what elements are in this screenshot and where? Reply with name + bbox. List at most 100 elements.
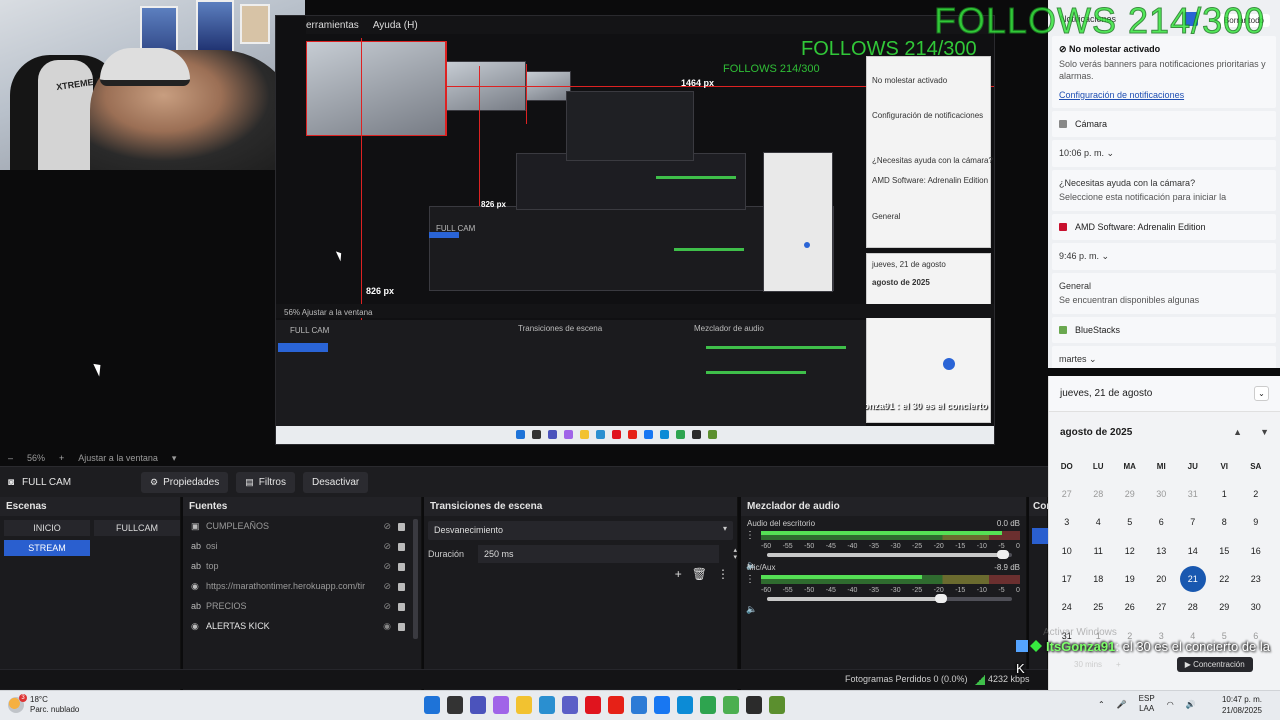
calendar-day[interactable]: 12 bbox=[1114, 537, 1146, 565]
start-stream-button[interactable] bbox=[1032, 528, 1048, 544]
calendar-day[interactable]: 19 bbox=[1114, 565, 1146, 593]
notification-card[interactable]: 10:06 p. m. ⌄ bbox=[1052, 140, 1276, 167]
facebook-icon[interactable] bbox=[654, 696, 670, 714]
calendar-day[interactable]: 7 bbox=[1177, 508, 1209, 536]
scene-item[interactable]: FULLCAM bbox=[94, 520, 180, 536]
task-view-icon[interactable] bbox=[447, 696, 463, 714]
microphone-icon[interactable]: 🎤 bbox=[1117, 700, 1127, 709]
filters-button[interactable]: ▤ Filtros bbox=[236, 471, 295, 493]
volume-slider[interactable] bbox=[767, 594, 1012, 603]
fit-to-window-select[interactable]: Ajustar a la ventana bbox=[78, 453, 158, 463]
calculator-icon[interactable] bbox=[631, 696, 647, 714]
source-item[interactable]: ab PRECIOS ⊘ bbox=[183, 596, 421, 616]
duration-input[interactable]: 250 ms bbox=[478, 545, 720, 563]
lock-icon[interactable] bbox=[398, 623, 405, 631]
calendar-day[interactable]: 6 bbox=[1146, 508, 1178, 536]
calendar-day[interactable]: 17 bbox=[1051, 565, 1083, 593]
notification-card[interactable]: AMD Software: Adrenalin Edition bbox=[1052, 214, 1276, 240]
calendar-day[interactable]: 4 bbox=[1083, 508, 1115, 536]
properties-button[interactable]: ⚙ Propiedades bbox=[141, 471, 229, 493]
calendar-day[interactable]: 21 bbox=[1177, 565, 1209, 593]
minecraft-icon[interactable] bbox=[769, 696, 785, 714]
calendar-day[interactable]: 27 bbox=[1051, 480, 1083, 508]
edge-icon[interactable] bbox=[677, 696, 693, 714]
eye-icon[interactable]: ◉ bbox=[383, 621, 391, 632]
windows-start-icon[interactable] bbox=[424, 696, 440, 714]
calendar-day[interactable]: 16 bbox=[1240, 537, 1272, 565]
arrow-down-icon[interactable]: ▼ bbox=[1260, 427, 1269, 437]
eye-off-icon[interactable]: ⊘ bbox=[383, 561, 391, 572]
calendar-day[interactable]: 23 bbox=[1240, 565, 1272, 593]
calendar-day[interactable]: 25 bbox=[1083, 593, 1115, 621]
eye-off-icon[interactable]: ⊘ bbox=[383, 521, 391, 532]
lock-icon[interactable] bbox=[398, 583, 405, 591]
calendar-day[interactable]: 15 bbox=[1209, 537, 1241, 565]
calendar-day[interactable]: 2 bbox=[1240, 480, 1272, 508]
volume-slider[interactable] bbox=[767, 550, 1012, 559]
file-explorer-icon[interactable] bbox=[516, 696, 532, 714]
transition-select[interactable]: Desvanecimiento ▾ bbox=[428, 521, 733, 540]
source-item[interactable]: ab top ⊘ bbox=[183, 556, 421, 576]
calendar-day[interactable]: 5 bbox=[1114, 508, 1146, 536]
clock[interactable]: 10:47 p. m. 21/08/2025 bbox=[1222, 694, 1262, 716]
opera-icon[interactable] bbox=[585, 696, 601, 714]
more-options-icon[interactable]: ⋮ bbox=[717, 567, 729, 581]
edge-dev-icon[interactable] bbox=[539, 696, 555, 714]
calendar-day[interactable]: 18 bbox=[1083, 565, 1115, 593]
calendar-day[interactable]: 26 bbox=[1114, 593, 1146, 621]
notification-card[interactable]: ¿Necesitas ayuda con la cámara? Seleccion… bbox=[1052, 170, 1276, 211]
source-item[interactable]: ◉ ALERTAS KICK ◉ bbox=[183, 616, 421, 636]
calendar-day[interactable]: 22 bbox=[1209, 565, 1241, 593]
notification-card[interactable]: martes ⌄ bbox=[1052, 346, 1276, 368]
chat-icon[interactable] bbox=[470, 696, 486, 714]
scene-item[interactable]: INICIO bbox=[4, 520, 90, 536]
lock-icon[interactable] bbox=[398, 523, 405, 531]
source-item[interactable]: ▣ CUMPLEAÑOS ⊘ bbox=[183, 516, 421, 536]
eye-off-icon[interactable]: ⊘ bbox=[383, 581, 391, 592]
notification-card[interactable]: ⊘ No molestar activado Solo verás banners… bbox=[1052, 36, 1276, 108]
calendar-day[interactable]: 28 bbox=[1083, 480, 1115, 508]
more-options-icon[interactable]: ⋮ bbox=[745, 574, 755, 585]
calendar-day[interactable]: 30 bbox=[1146, 480, 1178, 508]
calendar-day[interactable]: 9 bbox=[1240, 508, 1272, 536]
zoom-out-button[interactable]: – bbox=[8, 453, 13, 463]
lock-icon[interactable] bbox=[398, 603, 405, 611]
weather-widget[interactable]: 3 18°C Parc. nublado bbox=[8, 694, 79, 715]
copilot-icon[interactable] bbox=[493, 696, 509, 714]
calendar-day[interactable]: 27 bbox=[1146, 593, 1178, 621]
calendar-day[interactable]: 29 bbox=[1114, 480, 1146, 508]
chevron-down-icon[interactable]: ▾ bbox=[172, 453, 177, 464]
wifi-icon[interactable]: ◠ bbox=[1167, 700, 1174, 709]
eye-off-icon[interactable]: ⊘ bbox=[383, 601, 391, 612]
arrow-up-icon[interactable]: ▲ bbox=[1233, 427, 1242, 437]
speaker-icon[interactable]: 🔈 bbox=[746, 604, 757, 615]
chevron-up-icon[interactable]: ⌃ bbox=[1098, 700, 1105, 709]
calendar-day[interactable]: 31 bbox=[1177, 480, 1209, 508]
calendar-day[interactable]: 8 bbox=[1209, 508, 1241, 536]
notification-card[interactable]: 9:46 p. m. ⌄ bbox=[1052, 243, 1276, 270]
zoom-in-button[interactable]: + bbox=[59, 453, 64, 463]
calendar-day[interactable]: 20 bbox=[1146, 565, 1178, 593]
calendar-day[interactable]: 13 bbox=[1146, 537, 1178, 565]
source-item[interactable]: ◉ https://marathontimer.herokuapp.com/tir… bbox=[183, 576, 421, 596]
chrome-alt-icon[interactable] bbox=[723, 696, 739, 714]
scene-item[interactable]: STREAM bbox=[4, 540, 90, 556]
notification-settings-link[interactable]: Configuración de notificaciones bbox=[1059, 90, 1269, 100]
chrome-icon[interactable] bbox=[700, 696, 716, 714]
chevron-down-icon[interactable]: ⌄ bbox=[1254, 386, 1269, 401]
calendar-day[interactable]: 30 bbox=[1240, 593, 1272, 621]
source-item[interactable]: ab osi ⊘ bbox=[183, 536, 421, 556]
notification-card[interactable]: BlueStacks bbox=[1052, 317, 1276, 343]
obs-icon[interactable] bbox=[746, 696, 762, 714]
speaker-icon[interactable]: 🔊 bbox=[1186, 700, 1196, 709]
stepper-icon[interactable]: ▴ ▾ bbox=[733, 547, 737, 561]
deactivate-button[interactable]: Desactivar bbox=[302, 471, 369, 493]
youtube-icon[interactable] bbox=[608, 696, 624, 714]
calendar-day[interactable]: 28 bbox=[1177, 593, 1209, 621]
calendar-day[interactable]: 14 bbox=[1177, 537, 1209, 565]
lock-icon[interactable] bbox=[398, 543, 405, 551]
lock-icon[interactable] bbox=[398, 563, 405, 571]
notification-card[interactable]: Cámara bbox=[1052, 111, 1276, 137]
volume-knob[interactable] bbox=[935, 594, 948, 603]
calendar-day[interactable]: 24 bbox=[1051, 593, 1083, 621]
